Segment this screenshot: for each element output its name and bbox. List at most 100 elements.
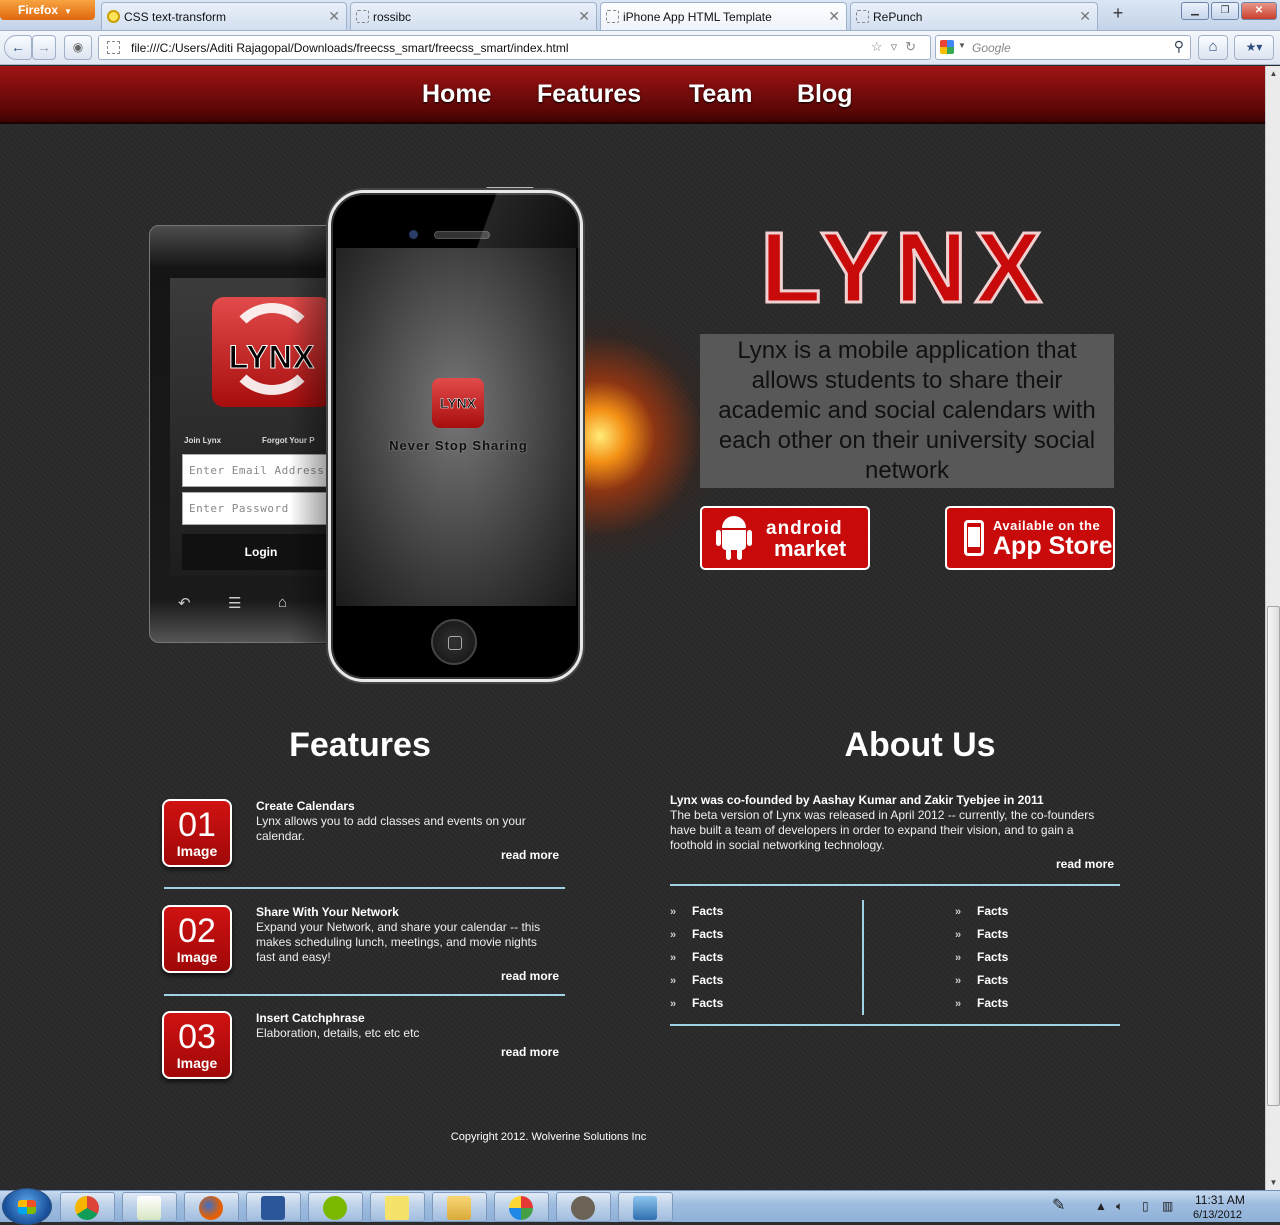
clock-date[interactable]: 6/13/2012	[1193, 1209, 1242, 1221]
taskbar-firefox[interactable]	[184, 1192, 239, 1222]
scrollbar-thumb[interactable]	[1267, 606, 1280, 1106]
search-input[interactable]: ▼ Google ⚲	[935, 35, 1191, 60]
tab-favicon-icon	[107, 10, 120, 23]
network-icon[interactable]: ▥	[1162, 1199, 1173, 1213]
fact-item[interactable]: » Facts	[955, 950, 1008, 964]
taskbar-editor[interactable]	[122, 1192, 177, 1222]
scroll-down-arrow-icon[interactable]: ▼	[1266, 1175, 1280, 1190]
read-more-link[interactable]: read more	[501, 1045, 559, 1059]
badge-number: 02	[178, 912, 216, 950]
star-icon[interactable]: ☆	[871, 39, 891, 54]
tab-rossibc[interactable]: rossibc ✕	[350, 2, 597, 30]
tab-iphone-app-html-template[interactable]: iPhone App HTML Template ✕	[600, 2, 847, 30]
badge-label: Image	[176, 843, 218, 859]
close-icon[interactable]: ✕	[578, 8, 590, 25]
battery-icon[interactable]: ▯	[1142, 1199, 1149, 1213]
navigation-toolbar: ← → ◉ file:///C:/Users/Aditi Rajagopal/D…	[0, 31, 1280, 65]
volume-icon[interactable]: 🔈︎	[1116, 1199, 1123, 1214]
forward-button[interactable]: →	[32, 35, 56, 60]
feature-title: Share With Your Network	[256, 905, 399, 919]
features-heading: Features	[289, 726, 431, 764]
tab-css-text-transform[interactable]: CSS text-transform ✕	[101, 2, 347, 30]
show-hidden-icons-icon[interactable]: ▲	[1095, 1199, 1107, 1213]
url-text: file:///C:/Users/Aditi Rajagopal/Downloa…	[131, 41, 569, 55]
start-button[interactable]	[2, 1188, 52, 1225]
read-more-link[interactable]: read more	[501, 969, 559, 983]
feature-badge: 03 Image	[162, 1011, 232, 1079]
nav-link-team[interactable]: Team	[689, 80, 752, 109]
taskbar-paint[interactable]	[494, 1192, 549, 1222]
clock-time[interactable]: 11:31 AM	[1195, 1193, 1245, 1207]
tab-label: CSS text-transform	[124, 10, 227, 24]
lynx-logo: LYNX	[432, 378, 484, 428]
firefox-menu-button[interactable]: Firefox ▼	[0, 0, 95, 20]
pen-icon[interactable]: ✎	[1052, 1195, 1065, 1215]
google-icon	[940, 40, 954, 54]
about-text: The beta version of Lynx was released in…	[670, 808, 1095, 852]
fact-item[interactable]: » Facts	[670, 904, 723, 918]
close-icon[interactable]: ✕	[828, 8, 840, 25]
divider	[670, 1024, 1120, 1026]
nav-link-features[interactable]: Features	[537, 80, 641, 109]
android-robot-icon	[716, 516, 752, 560]
fact-item[interactable]: » Facts	[670, 973, 723, 987]
read-more-link[interactable]: read more	[1056, 857, 1114, 871]
window-close-button[interactable]: ✕	[1241, 2, 1277, 20]
taskbar-chrome[interactable]	[60, 1192, 115, 1222]
join-label: Join Lynx	[184, 436, 222, 445]
fact-item[interactable]: » Facts	[955, 927, 1008, 941]
read-more-link[interactable]: read more	[501, 848, 559, 862]
iphone-icon	[964, 520, 984, 556]
fact-item[interactable]: » Facts	[670, 927, 723, 941]
taskbar-explorer[interactable]	[432, 1192, 487, 1222]
fact-item[interactable]: » Facts	[955, 904, 1008, 918]
about-lead: Lynx was co-founded by Aashay Kumar and …	[670, 793, 1044, 807]
close-icon[interactable]: ✕	[328, 8, 340, 25]
android-phone-image: LYNX Join Lynx Forgot Your P Enter Email…	[149, 225, 350, 644]
windows-logo-icon	[18, 1200, 36, 1214]
android-market-button[interactable]: android market	[700, 506, 870, 570]
feature-text: Elaboration, details, etc etc etc	[256, 1026, 420, 1040]
nav-link-blog[interactable]: Blog	[797, 80, 853, 109]
feature-title: Insert Catchphrase	[256, 1011, 365, 1025]
nav-link-home[interactable]: Home	[422, 80, 491, 109]
taskbar-spotify[interactable]	[308, 1192, 363, 1222]
tagline: Never Stop Sharing	[389, 438, 528, 453]
chevron-down-icon[interactable]: ▼	[958, 41, 966, 50]
minimize-button[interactable]: ▁	[1181, 2, 1209, 20]
appstore-badge-line1: Available on the	[993, 518, 1101, 533]
home-button[interactable]: ⌂	[1198, 35, 1228, 60]
arrow-right-icon: →	[37, 39, 51, 55]
taskbar-photo-viewer[interactable]	[618, 1192, 673, 1222]
fact-item[interactable]: » Facts	[670, 950, 723, 964]
tab-repunch[interactable]: RePunch ✕	[850, 2, 1098, 30]
windows-taskbar: ✎ ▲ 🔈︎ ▯ ▥ 11:31 AM 6/13/2012	[0, 1188, 1280, 1225]
hero-description: Lynx is a mobile application that allows…	[700, 334, 1114, 488]
double-chevron-right-icon: »	[955, 929, 962, 941]
search-icon[interactable]: ⚲	[1174, 38, 1184, 55]
paint-palette-icon	[509, 1196, 533, 1220]
url-bar[interactable]: file:///C:/Users/Aditi Rajagopal/Downloa…	[98, 35, 931, 60]
app-store-button[interactable]: Available on the App Store	[945, 506, 1115, 570]
folder-icon	[447, 1196, 471, 1220]
taskbar-gimp[interactable]	[556, 1192, 611, 1222]
reload-icon[interactable]: ↻	[905, 39, 924, 54]
maximize-button[interactable]: ❐	[1211, 2, 1239, 20]
back-button[interactable]: ←	[4, 35, 32, 60]
bookmarks-button[interactable]: ★▾	[1234, 35, 1274, 60]
feature-badge: 02 Image	[162, 905, 232, 973]
site-identity-button[interactable]: ◉	[64, 35, 92, 60]
taskbar-word[interactable]	[246, 1192, 301, 1222]
scroll-up-arrow-icon[interactable]: ▲	[1266, 66, 1280, 81]
vertical-scrollbar[interactable]: ▲ ▼	[1265, 66, 1280, 1190]
fact-item[interactable]: » Facts	[955, 996, 1008, 1010]
sticky-notes-icon	[385, 1196, 409, 1220]
close-icon[interactable]: ✕	[1079, 8, 1091, 25]
dropdown-icon[interactable]: ▿	[891, 39, 906, 54]
android-badge-line2: market	[774, 536, 847, 561]
fact-item[interactable]: » Facts	[670, 996, 723, 1010]
taskbar-sticky-notes[interactable]	[370, 1192, 425, 1222]
new-tab-button[interactable]: +	[1103, 3, 1133, 29]
fact-item[interactable]: » Facts	[955, 973, 1008, 987]
firefox-icon	[199, 1196, 223, 1220]
